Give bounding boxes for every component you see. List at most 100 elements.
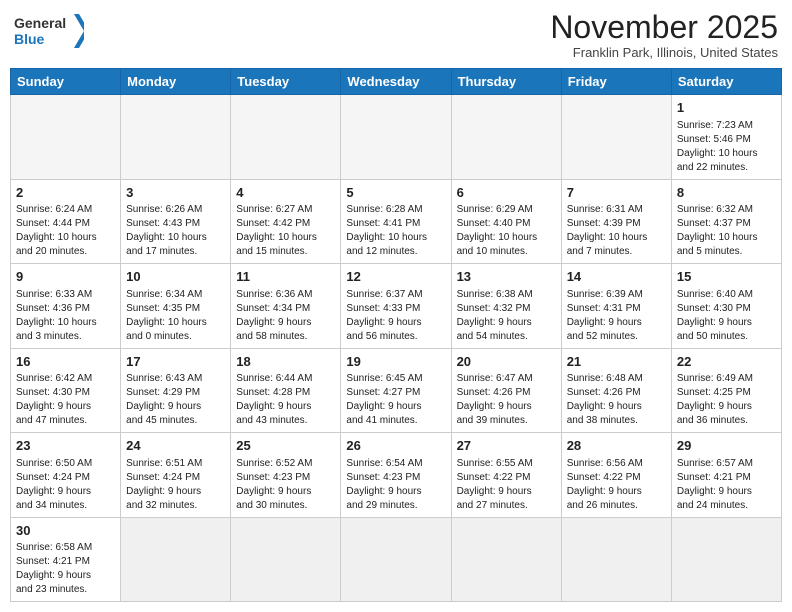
day-info: Sunrise: 6:39 AM Sunset: 4:31 PM Dayligh… [567,288,666,344]
day-number: 26 [346,437,445,455]
calendar-week-row: 16Sunrise: 6:42 AM Sunset: 4:30 PM Dayli… [11,348,782,433]
calendar-cell [341,517,451,602]
calendar-cell [451,517,561,602]
calendar-cell: 11 Sunrise: 6:36 AM Sunset: 4:34 PM Dayli… [231,264,341,349]
weekday-header-tuesday: Tuesday [231,69,341,95]
calendar-cell: 16Sunrise: 6:42 AM Sunset: 4:30 PM Dayli… [11,348,121,433]
day-number: 30 [16,522,115,540]
calendar-cell [561,95,671,180]
calendar-cell [121,95,231,180]
day-info: Sunrise: 6:40 AM Sunset: 4:30 PM Dayligh… [677,288,776,344]
day-info: Sunrise: 6:44 AM Sunset: 4:28 PM Dayligh… [236,372,335,428]
day-number: 23 [16,437,115,455]
day-info: Sunrise: 6:45 AM Sunset: 4:27 PM Dayligh… [346,372,445,428]
weekday-header-thursday: Thursday [451,69,561,95]
day-info: Sunrise: 6:26 AM Sunset: 4:43 PM Dayligh… [126,203,225,259]
day-info: Sunrise: 6:33 AM Sunset: 4:36 PM Dayligh… [16,288,115,344]
weekday-header-sunday: Sunday [11,69,121,95]
calendar-cell: 7Sunrise: 6:31 AM Sunset: 4:39 PM Daylig… [561,179,671,264]
calendar-cell [341,95,451,180]
day-number: 6 [457,184,556,202]
calendar-cell [231,517,341,602]
day-number: 19 [346,353,445,371]
day-info: Sunrise: 6:31 AM Sunset: 4:39 PM Dayligh… [567,203,666,259]
day-number: 9 [16,268,115,286]
generalblue-logo-icon: General Blue [14,10,84,52]
calendar-cell: 21Sunrise: 6:48 AM Sunset: 4:26 PM Dayli… [561,348,671,433]
logo: General Blue [14,10,84,52]
day-number: 21 [567,353,666,371]
calendar-cell: 1Sunrise: 7:23 AM Sunset: 5:46 PM Daylig… [671,95,781,180]
calendar-cell: 5Sunrise: 6:28 AM Sunset: 4:41 PM Daylig… [341,179,451,264]
day-info: Sunrise: 6:34 AM Sunset: 4:35 PM Dayligh… [126,288,225,344]
svg-text:Blue: Blue [14,31,45,47]
day-info: Sunrise: 6:28 AM Sunset: 4:41 PM Dayligh… [346,203,445,259]
day-info: Sunrise: 6:56 AM Sunset: 4:22 PM Dayligh… [567,457,666,513]
calendar-cell: 10 Sunrise: 6:34 AM Sunset: 4:35 PM Dayli… [121,264,231,349]
day-number: 11 [236,268,335,286]
calendar-cell: 19Sunrise: 6:45 AM Sunset: 4:27 PM Dayli… [341,348,451,433]
weekday-header-wednesday: Wednesday [341,69,451,95]
day-info: Sunrise: 6:29 AM Sunset: 4:40 PM Dayligh… [457,203,556,259]
day-number: 28 [567,437,666,455]
day-info: Sunrise: 6:36 AM Sunset: 4:34 PM Dayligh… [236,288,335,344]
calendar-cell: 22Sunrise: 6:49 AM Sunset: 4:25 PM Dayli… [671,348,781,433]
calendar-cell [121,517,231,602]
calendar-cell: 28 Sunrise: 6:56 AM Sunset: 4:22 PM Dayli… [561,433,671,518]
page-header: General Blue November 2025 Franklin Park… [10,10,782,60]
day-number: 25 [236,437,335,455]
calendar-cell: 14Sunrise: 6:39 AM Sunset: 4:31 PM Dayli… [561,264,671,349]
day-info: Sunrise: 6:54 AM Sunset: 4:23 PM Dayligh… [346,457,445,513]
day-number: 27 [457,437,556,455]
day-info: Sunrise: 6:27 AM Sunset: 4:42 PM Dayligh… [236,203,335,259]
calendar-cell: 29 Sunrise: 6:57 AM Sunset: 4:21 PM Dayli… [671,433,781,518]
calendar-week-row: 30Sunrise: 6:58 AM Sunset: 4:21 PM Dayli… [11,517,782,602]
day-info: Sunrise: 6:49 AM Sunset: 4:25 PM Dayligh… [677,372,776,428]
day-info: Sunrise: 6:38 AM Sunset: 4:32 PM Dayligh… [457,288,556,344]
day-number: 15 [677,268,776,286]
day-info: Sunrise: 6:37 AM Sunset: 4:33 PM Dayligh… [346,288,445,344]
day-info: Sunrise: 6:43 AM Sunset: 4:29 PM Dayligh… [126,372,225,428]
title-section: November 2025 Franklin Park, Illinois, U… [550,10,778,60]
weekday-header-row: SundayMondayTuesdayWednesdayThursdayFrid… [11,69,782,95]
month-title: November 2025 [550,10,778,45]
calendar-week-row: 9 Sunrise: 6:33 AM Sunset: 4:36 PM Daylig… [11,264,782,349]
calendar-week-row: 23Sunrise: 6:50 AM Sunset: 4:24 PM Dayli… [11,433,782,518]
day-info: Sunrise: 6:47 AM Sunset: 4:26 PM Dayligh… [457,372,556,428]
calendar-cell [451,95,561,180]
calendar-cell: 15 Sunrise: 6:40 AM Sunset: 4:30 PM Dayli… [671,264,781,349]
day-number: 29 [677,437,776,455]
calendar-cell: 17Sunrise: 6:43 AM Sunset: 4:29 PM Dayli… [121,348,231,433]
day-number: 18 [236,353,335,371]
day-info: Sunrise: 6:52 AM Sunset: 4:23 PM Dayligh… [236,457,335,513]
day-number: 13 [457,268,556,286]
calendar-week-row: 1Sunrise: 7:23 AM Sunset: 5:46 PM Daylig… [11,95,782,180]
day-info: Sunrise: 6:32 AM Sunset: 4:37 PM Dayligh… [677,203,776,259]
day-info: Sunrise: 7:23 AM Sunset: 5:46 PM Dayligh… [677,119,776,175]
calendar-cell [561,517,671,602]
calendar-cell: 18Sunrise: 6:44 AM Sunset: 4:28 PM Dayli… [231,348,341,433]
svg-text:General: General [14,15,66,31]
day-number: 2 [16,184,115,202]
calendar-cell: 27 Sunrise: 6:55 AM Sunset: 4:22 PM Dayli… [451,433,561,518]
day-info: Sunrise: 6:42 AM Sunset: 4:30 PM Dayligh… [16,372,115,428]
calendar-cell: 9 Sunrise: 6:33 AM Sunset: 4:36 PM Daylig… [11,264,121,349]
day-number: 12 [346,268,445,286]
calendar-cell: 24Sunrise: 6:51 AM Sunset: 4:24 PM Dayli… [121,433,231,518]
day-info: Sunrise: 6:58 AM Sunset: 4:21 PM Dayligh… [16,541,115,597]
day-info: Sunrise: 6:24 AM Sunset: 4:44 PM Dayligh… [16,203,115,259]
day-info: Sunrise: 6:51 AM Sunset: 4:24 PM Dayligh… [126,457,225,513]
day-number: 17 [126,353,225,371]
calendar-cell: 8Sunrise: 6:32 AM Sunset: 4:37 PM Daylig… [671,179,781,264]
calendar-cell: 13 Sunrise: 6:38 AM Sunset: 4:32 PM Dayli… [451,264,561,349]
day-number: 16 [16,353,115,371]
calendar-week-row: 2Sunrise: 6:24 AM Sunset: 4:44 PM Daylig… [11,179,782,264]
day-number: 10 [126,268,225,286]
day-number: 22 [677,353,776,371]
calendar-cell: 30Sunrise: 6:58 AM Sunset: 4:21 PM Dayli… [11,517,121,602]
calendar-cell [671,517,781,602]
calendar-cell: 25 Sunrise: 6:52 AM Sunset: 4:23 PM Dayli… [231,433,341,518]
calendar-cell: 3Sunrise: 6:26 AM Sunset: 4:43 PM Daylig… [121,179,231,264]
day-info: Sunrise: 6:55 AM Sunset: 4:22 PM Dayligh… [457,457,556,513]
day-info: Sunrise: 6:57 AM Sunset: 4:21 PM Dayligh… [677,457,776,513]
